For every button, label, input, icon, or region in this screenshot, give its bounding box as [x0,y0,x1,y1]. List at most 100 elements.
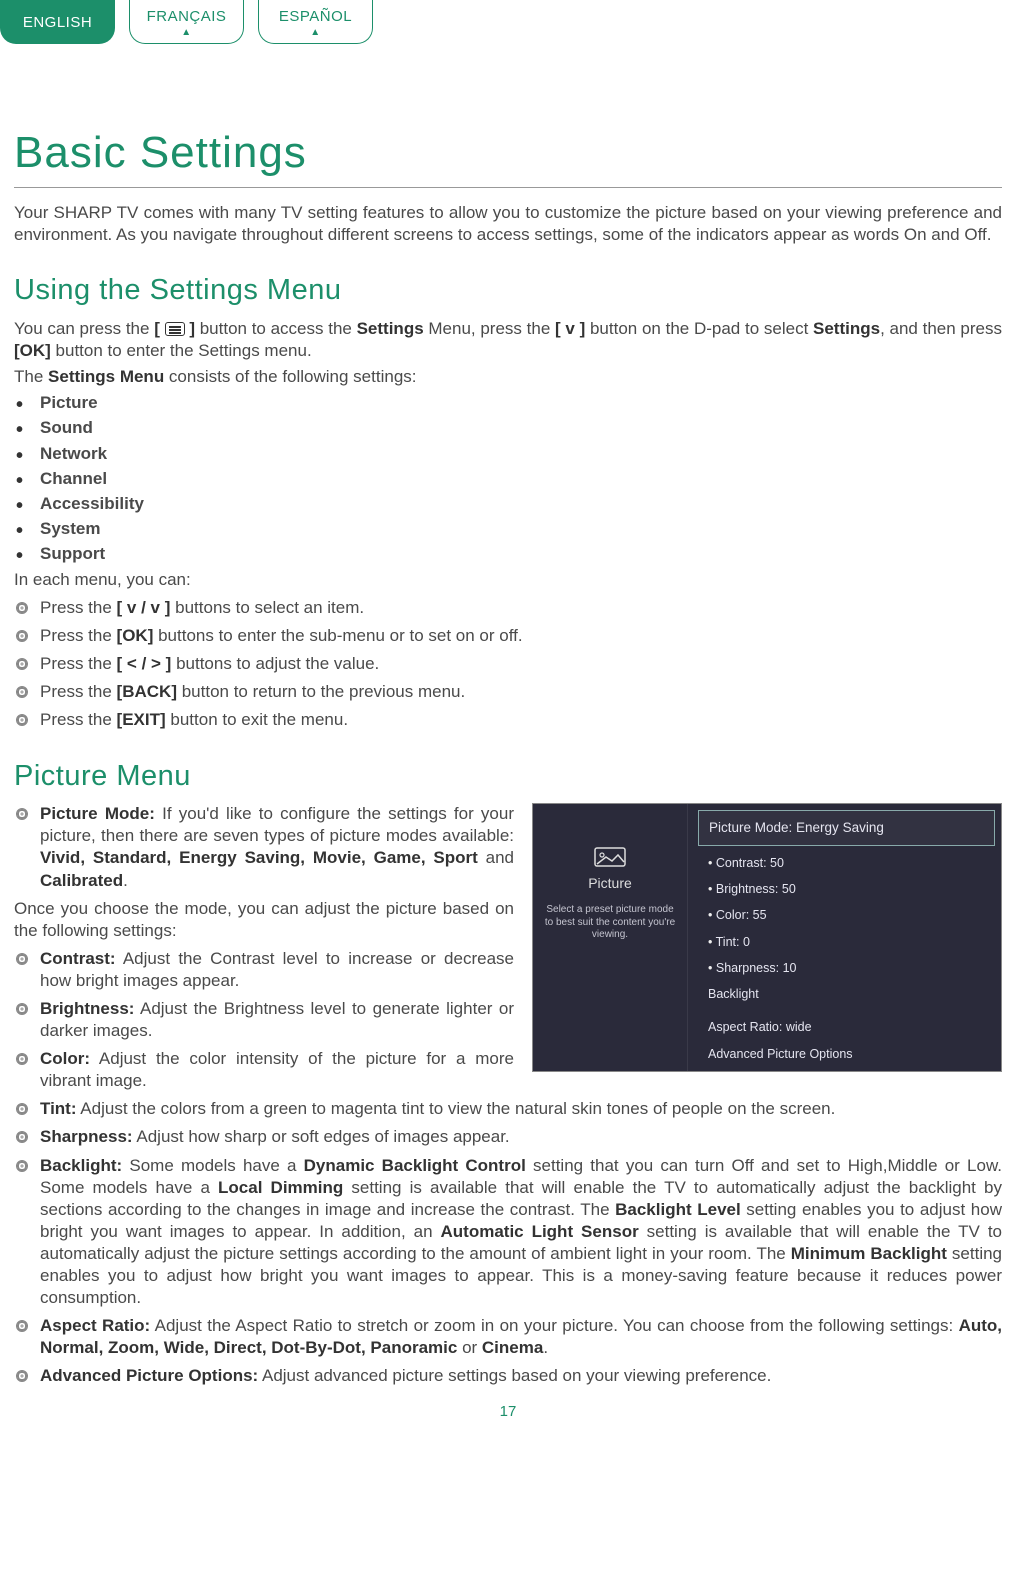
text: The [14,367,48,386]
text: ] [185,319,195,338]
text: Automatic Light Sensor [441,1222,639,1241]
list-item: Press the [OK] buttons to enter the sub-… [14,625,1002,647]
text: [ < / > ] [117,654,172,673]
chevron-up-icon: ▲ [310,28,320,38]
text: Adjust the colors from a green to magent… [77,1099,836,1118]
list-item: Channel [14,468,1002,490]
list-item-aspect-ratio: Aspect Ratio: Adjust the Aspect Ratio to… [14,1315,1002,1359]
intro-paragraph: Your SHARP TV comes with many TV setting… [14,202,1002,246]
text: Contrast: [40,949,116,968]
list-item: Press the [BACK] button to return to the… [14,681,1002,703]
list-item-brightness: Brightness: Adjust the Brightness level … [14,998,1002,1042]
text: Some models have a [122,1156,303,1175]
text: Picture Mode: [40,804,155,823]
chevron-up-icon: ▲ [181,28,191,38]
list-item: System [14,518,1002,540]
section-heading-picture-menu: Picture Menu [14,758,1002,796]
menu-icon [165,322,185,336]
text: . [123,871,128,890]
page-title: Basic Settings [14,124,1002,181]
settings-menu-list: Picture Sound Network Channel Accessibil… [14,392,1002,565]
tab-espanol[interactable]: ESPAÑOL ▲ [258,0,373,44]
text: Adjust how sharp or soft edges of images… [133,1127,510,1146]
list-item: Press the [ v / v ] buttons to select an… [14,597,1002,619]
list-item-picture-mode: Picture Mode: If you'd like to configure… [14,803,1002,891]
tab-label: ESPAÑOL [279,7,352,27]
list-item: Accessibility [14,493,1002,515]
text: Settings [357,319,424,338]
list-item: Press the [EXIT] button to exit the menu… [14,709,1002,731]
settings-menu-p2: The Settings Menu consists of the follow… [14,366,1002,388]
list-item: Press the [ < / > ] buttons to adjust th… [14,653,1002,675]
list-item: Support [14,543,1002,565]
text: Color: [40,1049,90,1068]
page-number: 17 [14,1402,1002,1422]
text: [ v ] [555,319,585,338]
text: You can press the [14,319,154,338]
text: Menu, press the [424,319,555,338]
list-item-contrast: Contrast: Adjust the Contrast level to i… [14,948,1002,992]
tv-menu-help-text: Select a preset picture mode to best sui… [541,904,679,942]
text: Adjust the Aspect Ratio to stretch or zo… [150,1316,958,1335]
text: , and then press [880,319,1002,338]
picture-menu-block: Picture Select a preset picture mode to … [14,803,1002,1393]
text: Dynamic Backlight Control [304,1156,526,1175]
tab-label: FRANÇAIS [147,7,227,27]
text: Minimum Backlight [791,1244,947,1263]
list-item: Network [14,443,1002,465]
text: [OK] [117,626,154,645]
list-item: Sound [14,417,1002,439]
text: [EXIT] [117,710,166,729]
text: [ v / v ] [117,598,171,617]
list-item-advanced: Advanced Picture Options: Adjust advance… [14,1365,1002,1387]
text: Press the [40,654,117,673]
actions-list: Press the [ v / v ] buttons to select an… [14,597,1002,731]
text: button on the D-pad to select [585,319,813,338]
text: Vivid, Standard, Energy Saving, Movie, G… [40,848,478,867]
text: Sharpness: [40,1127,133,1146]
text: Settings Menu [48,367,164,386]
text: buttons to adjust the value. [171,654,379,673]
text: [ [154,319,164,338]
picture-menu-list: Picture Mode: If you'd like to configure… [14,803,1002,891]
text: button to return to the previous menu. [177,682,465,701]
text: Backlight Level [615,1200,741,1219]
text: Press the [40,626,117,645]
text: buttons to select an item. [170,598,364,617]
text: [OK] [14,341,51,360]
text: button to exit the menu. [166,710,348,729]
language-tabs: ENGLISH FRANÇAIS ▲ ESPAÑOL ▲ [0,0,1016,44]
text: buttons to enter the sub-menu or to set … [153,626,522,645]
settings-menu-p1: You can press the [ ] button to access t… [14,318,1002,362]
settings-menu-p3: In each menu, you can: [14,569,1002,591]
tab-francais[interactable]: FRANÇAIS ▲ [129,0,244,44]
picture-settings-list: Contrast: Adjust the Contrast level to i… [14,948,1002,1388]
list-item: Picture [14,392,1002,414]
text: Calibrated [40,871,123,890]
text: consists of the following settings: [164,367,416,386]
text: Tint: [40,1099,77,1118]
tab-english[interactable]: ENGLISH [0,0,115,44]
section-heading-settings-menu: Using the Settings Menu [14,272,1002,310]
text: or [457,1338,482,1357]
text: Press the [40,710,117,729]
menu-row-color: Color: 55 [698,902,995,928]
text: Settings [813,319,880,338]
list-item-backlight: Backlight: Some models have a Dynamic Ba… [14,1155,1002,1310]
text: Adjust advanced picture settings based o… [258,1366,771,1385]
text: Adjust the color intensity of the pictur… [40,1049,514,1090]
text: Backlight: [40,1156,122,1175]
text: Press the [40,598,117,617]
text: Cinema [482,1338,543,1357]
divider [14,187,1002,188]
list-item-tint: Tint: Adjust the colors from a green to … [14,1098,1002,1120]
text: [BACK] [117,682,177,701]
text: Brightness: [40,999,134,1018]
page-content: Basic Settings Your SHARP TV comes with … [0,124,1016,1441]
text: button to enter the Settings menu. [51,341,312,360]
text: Aspect Ratio: [40,1316,150,1335]
list-item-color: Color: Adjust the color intensity of the… [14,1048,1002,1092]
tab-label: ENGLISH [23,13,92,33]
text: . [543,1338,548,1357]
list-item-sharpness: Sharpness: Adjust how sharp or soft edge… [14,1126,1002,1148]
